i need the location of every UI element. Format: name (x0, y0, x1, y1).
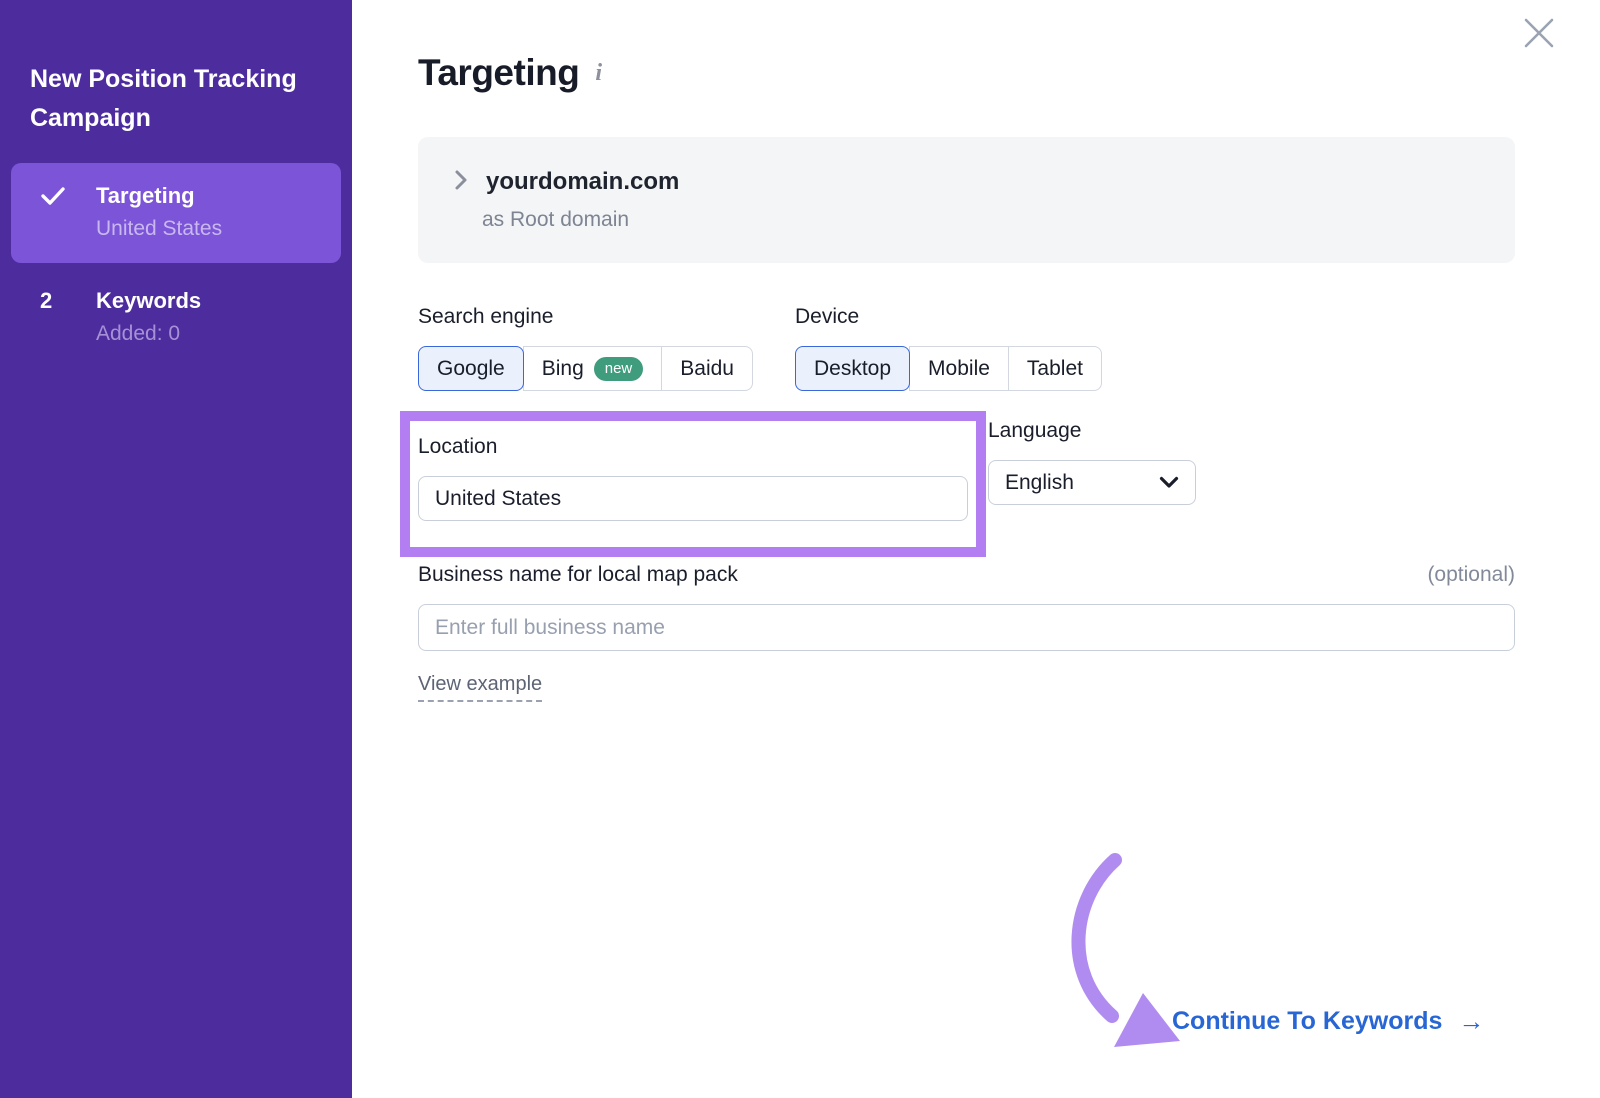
search-engine-option-bing[interactable]: Bing new (523, 346, 663, 391)
location-input[interactable] (418, 476, 968, 521)
device-group: Device Desktop Mobile Tablet (795, 305, 1102, 391)
google-option-label: Google (437, 357, 505, 381)
search-engine-option-baidu[interactable]: Baidu (661, 346, 753, 391)
tablet-option-label: Tablet (1027, 357, 1083, 381)
check-icon (11, 185, 96, 207)
business-name-input[interactable] (418, 604, 1515, 651)
info-icon[interactable]: i (595, 60, 602, 87)
search-engine-group: Search engine Google Bing new Baidu (418, 305, 753, 391)
location-label: Location (418, 435, 976, 459)
business-name-label: Business name for local map pack (418, 563, 738, 587)
page-title: Targeting (418, 52, 579, 94)
step-keywords-label: Keywords (96, 288, 201, 314)
targeting-step-panel: Targeting i yourdomain.com as Root domai… (352, 0, 1600, 1098)
bing-option-label: Bing (542, 357, 584, 381)
domain-summary-card[interactable]: yourdomain.com as Root domain (418, 137, 1515, 263)
language-group: Language English (988, 419, 1196, 505)
continue-label: Continue To Keywords (1172, 1007, 1442, 1036)
search-engine-option-google[interactable]: Google (418, 346, 524, 391)
language-select[interactable]: English (988, 460, 1196, 505)
step-keywords-number: 2 (11, 288, 96, 314)
search-engine-label: Search engine (418, 305, 753, 329)
device-label: Device (795, 305, 1102, 329)
domain-scope-note: as Root domain (482, 208, 1515, 232)
chevron-down-icon (1159, 471, 1179, 495)
sidebar-title: New Position Tracking Campaign (0, 0, 352, 138)
campaign-wizard-sidebar: New Position Tracking Campaign Targeting… (0, 0, 352, 1098)
sidebar-step-keywords[interactable]: 2 Keywords Added: 0 (11, 268, 341, 368)
step-keywords-sublabel: Added: 0 (96, 322, 341, 346)
step-targeting-sublabel: United States (96, 217, 341, 241)
baidu-option-label: Baidu (680, 357, 734, 381)
device-option-desktop[interactable]: Desktop (795, 346, 910, 391)
close-icon[interactable] (1520, 14, 1558, 52)
device-option-tablet[interactable]: Tablet (1008, 346, 1102, 391)
desktop-option-label: Desktop (814, 357, 891, 381)
new-position-tracking-modal: New Position Tracking Campaign Targeting… (0, 0, 1600, 1098)
device-segmented-control: Desktop Mobile Tablet (795, 346, 1102, 391)
continue-to-keywords-button[interactable]: Continue To Keywords → (1172, 1006, 1484, 1037)
search-engine-segmented-control: Google Bing new Baidu (418, 346, 753, 391)
language-label: Language (988, 419, 1196, 443)
view-example-link[interactable]: View example (418, 673, 542, 702)
domain-name: yourdomain.com (486, 168, 679, 196)
arrow-right-icon: → (1458, 1006, 1484, 1037)
location-highlight-annotation: Location (400, 411, 986, 557)
chevron-right-icon (454, 169, 468, 196)
device-option-mobile[interactable]: Mobile (909, 346, 1009, 391)
optional-hint: (optional) (1427, 563, 1515, 587)
step-targeting-label: Targeting (96, 183, 195, 209)
new-badge: new (594, 357, 644, 381)
sidebar-step-targeting[interactable]: Targeting United States (11, 163, 341, 263)
tutorial-arrow-annotation (1040, 850, 1190, 1055)
mobile-option-label: Mobile (928, 357, 990, 381)
language-selected-value: English (1005, 471, 1074, 495)
